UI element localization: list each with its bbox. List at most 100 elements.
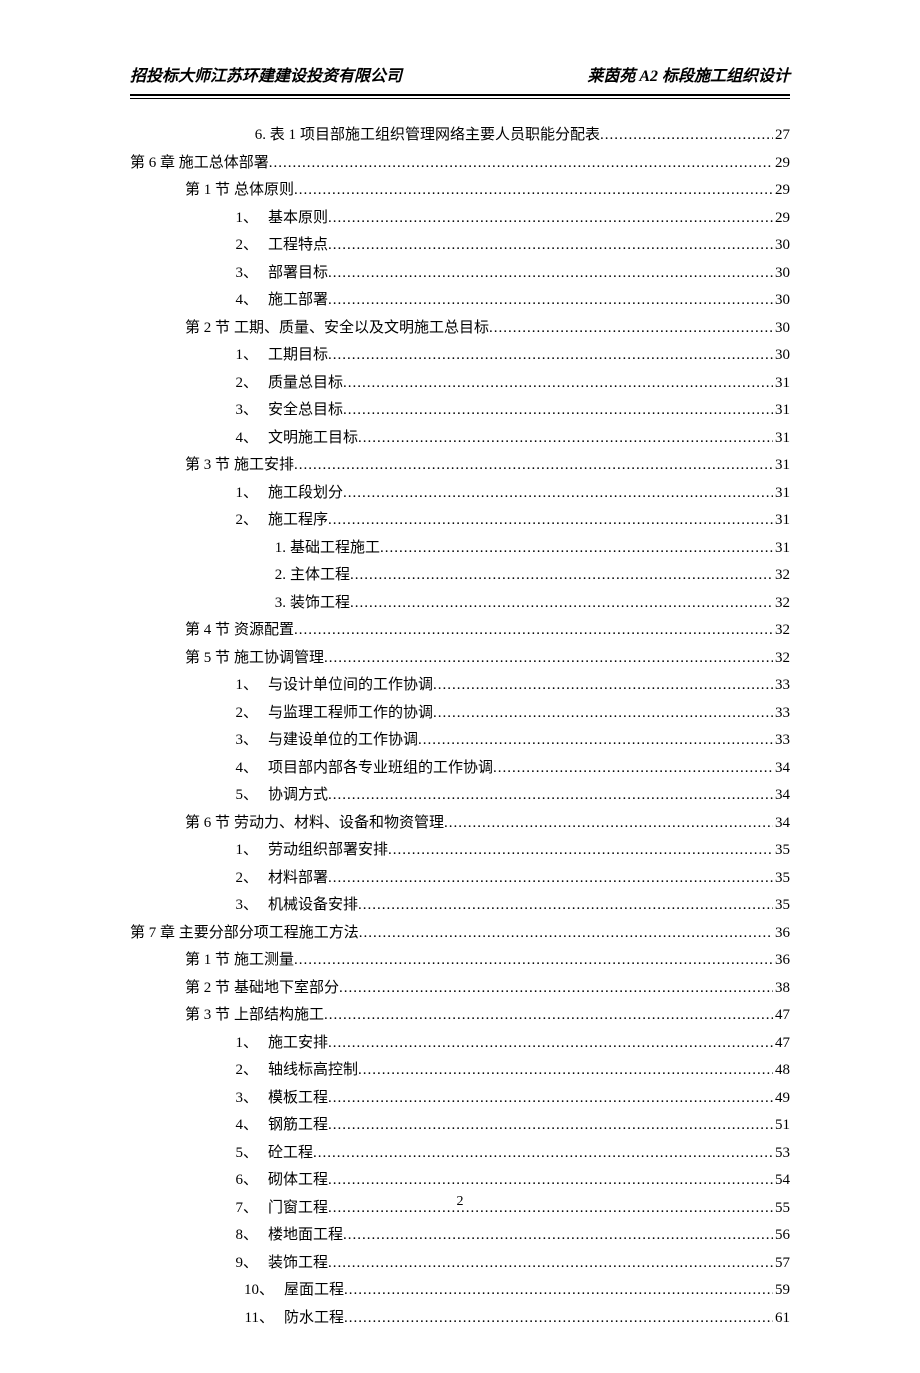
toc-page-number: 36 (773, 948, 790, 972)
toc-label: 4、 (130, 288, 268, 312)
toc-label: 5、 (130, 1141, 268, 1165)
toc-text: 资源配置 (234, 618, 294, 642)
toc-leader (493, 756, 773, 780)
toc-entry: 9、装饰工程57 (130, 1251, 790, 1275)
toc-leader (328, 233, 773, 257)
toc-entry: 4、钢筋工程51 (130, 1113, 790, 1137)
toc-text: 施工程序 (268, 508, 328, 532)
toc-entry: 第 6 章 施工总体部署29 (130, 151, 790, 175)
toc-label: 1、 (130, 343, 268, 367)
toc-leader (388, 838, 773, 862)
toc-text: 第 7 章 主要分部分项工程施工方法 (130, 921, 359, 945)
toc-label: 3、 (130, 398, 268, 422)
toc-text: 基本原则 (268, 206, 328, 230)
toc-entry: 2、工程特点30 (130, 233, 790, 257)
toc-page-number: 34 (773, 756, 790, 780)
toc-entry: 3、机械设备安排35 (130, 893, 790, 917)
toc-leader (328, 866, 773, 890)
toc-text: 轴线标高控制 (268, 1058, 358, 1082)
toc-text: 施工测量 (234, 948, 294, 972)
toc-page-number: 29 (773, 178, 790, 202)
toc-entry: 第 5 节施工协调管理32 (130, 646, 790, 670)
toc-label: 3、 (130, 893, 268, 917)
toc-text: 基础工程施工 (290, 536, 380, 560)
toc-leader (294, 948, 773, 972)
toc-entry: 5、协调方式34 (130, 783, 790, 807)
toc-entry: 1、劳动组织部署安排35 (130, 838, 790, 862)
toc-label: 1、 (130, 838, 268, 862)
toc-page-number: 34 (773, 811, 790, 835)
toc-page-number: 30 (773, 343, 790, 367)
toc-text: 施工部署 (268, 288, 328, 312)
toc-entry: 第 1 节施工测量36 (130, 948, 790, 972)
toc-entry: 4、施工部署30 (130, 288, 790, 312)
toc-leader (294, 618, 773, 642)
toc-leader (269, 151, 773, 175)
toc-leader (344, 1306, 773, 1330)
toc-entry: 第 2 节工期、质量、安全以及文明施工总目标30 (130, 316, 790, 340)
toc-text: 与建设单位的工作协调 (268, 728, 418, 752)
toc-page-number: 31 (773, 371, 790, 395)
toc-leader (344, 1278, 773, 1302)
toc-leader (328, 343, 773, 367)
toc-text: 装饰工程 (268, 1251, 328, 1275)
toc-text: 装饰工程 (290, 591, 350, 615)
toc-page-number: 56 (773, 1223, 790, 1247)
toc-entry: 2、质量总目标31 (130, 371, 790, 395)
document-page: 招投标大师江苏环建建设投资有限公司 莱茵苑 A2 标段施工组织设计 6. 表 1… (0, 0, 920, 1373)
toc-entry: 1、与设计单位间的工作协调33 (130, 673, 790, 697)
toc-text: 砌体工程 (268, 1168, 328, 1192)
toc-label: 1. (130, 536, 290, 560)
toc-label: 1、 (130, 206, 268, 230)
toc-label: 2、 (130, 701, 268, 725)
toc-text: 材料部署 (268, 866, 328, 890)
toc-page-number: 34 (773, 783, 790, 807)
toc-leader (433, 673, 773, 697)
toc-label: 10、 (130, 1278, 284, 1302)
toc-label: 3、 (130, 1086, 268, 1110)
toc-leader (359, 921, 773, 945)
toc-text: 施工安排 (268, 1031, 328, 1055)
page-number: 2 (0, 1194, 920, 1210)
toc-page-number: 57 (773, 1251, 790, 1275)
toc-page-number: 31 (773, 398, 790, 422)
toc-page-number: 51 (773, 1113, 790, 1137)
toc-text: 与监理工程师工作的协调 (268, 701, 433, 725)
toc-text: 工期、质量、安全以及文明施工总目标 (234, 316, 489, 340)
toc-leader (343, 398, 773, 422)
toc-page-number: 30 (773, 316, 790, 340)
toc-label: 2、 (130, 508, 268, 532)
toc-leader (328, 261, 773, 285)
toc-text: 楼地面工程 (268, 1223, 343, 1247)
toc-leader (328, 1168, 773, 1192)
toc-text: 部署目标 (268, 261, 328, 285)
toc-text: 钢筋工程 (268, 1113, 328, 1137)
toc-leader (328, 206, 773, 230)
toc-entry: 第 7 章 主要分部分项工程施工方法36 (130, 921, 790, 945)
toc-entry: 1、基本原则29 (130, 206, 790, 230)
toc-leader (328, 508, 773, 532)
toc-page-number: 47 (773, 1031, 790, 1055)
toc-label: 4、 (130, 756, 268, 780)
toc-page-number: 59 (773, 1278, 790, 1302)
toc-text: 施工段划分 (268, 481, 343, 505)
toc-entry: 8、楼地面工程56 (130, 1223, 790, 1247)
toc-leader (328, 1086, 773, 1110)
toc-leader (418, 728, 773, 752)
toc-text: 屋面工程 (284, 1278, 344, 1302)
toc-entry: 3、与建设单位的工作协调33 (130, 728, 790, 752)
table-of-contents: 6. 表 1项目部施工组织管理网络主要人员职能分配表27第 6 章 施工总体部署… (130, 123, 790, 1330)
toc-page-number: 38 (773, 976, 790, 1000)
toc-leader (324, 1003, 773, 1027)
toc-text: 工期目标 (268, 343, 328, 367)
toc-label: 6. 表 1 (130, 123, 300, 147)
toc-leader (343, 481, 773, 505)
toc-entry: 第 2 节基础地下室部分38 (130, 976, 790, 1000)
toc-page-number: 35 (773, 866, 790, 890)
toc-entry: 10、屋面工程 59 (130, 1278, 790, 1302)
toc-label: 11、 (130, 1306, 284, 1330)
toc-page-number: 29 (773, 151, 790, 175)
toc-label: 2、 (130, 866, 268, 890)
toc-text: 文明施工目标 (268, 426, 358, 450)
toc-label: 第 5 节 (130, 646, 234, 670)
